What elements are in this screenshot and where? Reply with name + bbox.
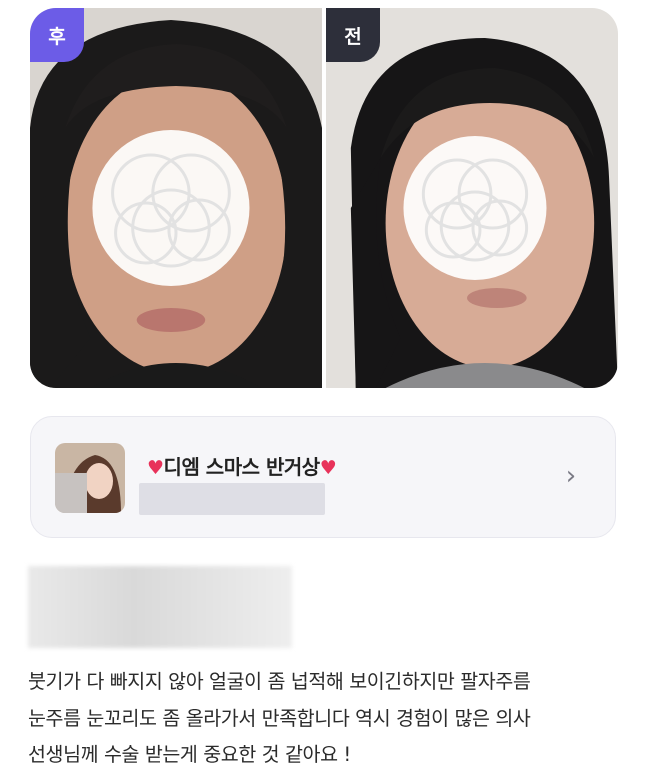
heart-icon: ♥ xyxy=(319,457,337,479)
before-face-image xyxy=(326,8,618,388)
doctor-image xyxy=(55,443,125,513)
blurred-username xyxy=(28,566,292,648)
clinic-card[interactable]: ♥디엠 스마스 반거상♥ › xyxy=(30,416,616,538)
review-line: 붓기가 다 빠지지 않아 얼굴이 좀 넙적해 보이긴하지만 팔자주름 xyxy=(28,670,531,693)
heart-icon: ♥ xyxy=(147,457,164,479)
review-line: 눈주름 눈꼬리도 좀 올라가서 만족합니다 역시 경험이 많은 의사 xyxy=(28,706,531,730)
after-tag: 후 xyxy=(30,8,84,62)
before-after-photos: 후 전 xyxy=(30,8,618,388)
before-tag: 전 xyxy=(326,8,380,62)
clinic-card-title: ♥디엠 스마스 반거상♥ xyxy=(147,451,337,480)
procedure-name: 디엠 스마스 반거상 xyxy=(163,455,321,479)
after-photo[interactable]: 후 xyxy=(30,8,322,388)
review-text: 붓기가 다 빠지지 않아 얼굴이 좀 넙적해 보이긴하지만 팔자주름 눈주름 눈… xyxy=(28,664,624,774)
chevron-right-icon[interactable]: › xyxy=(559,461,583,491)
before-photo[interactable]: 전 xyxy=(326,8,618,388)
blurred-clinic-info xyxy=(139,483,325,515)
review-line: 선생님께 수술 받는게 중요한 것 같아요 ! xyxy=(28,743,351,766)
after-face-image xyxy=(30,8,322,388)
doctor-thumbnail xyxy=(55,443,125,513)
